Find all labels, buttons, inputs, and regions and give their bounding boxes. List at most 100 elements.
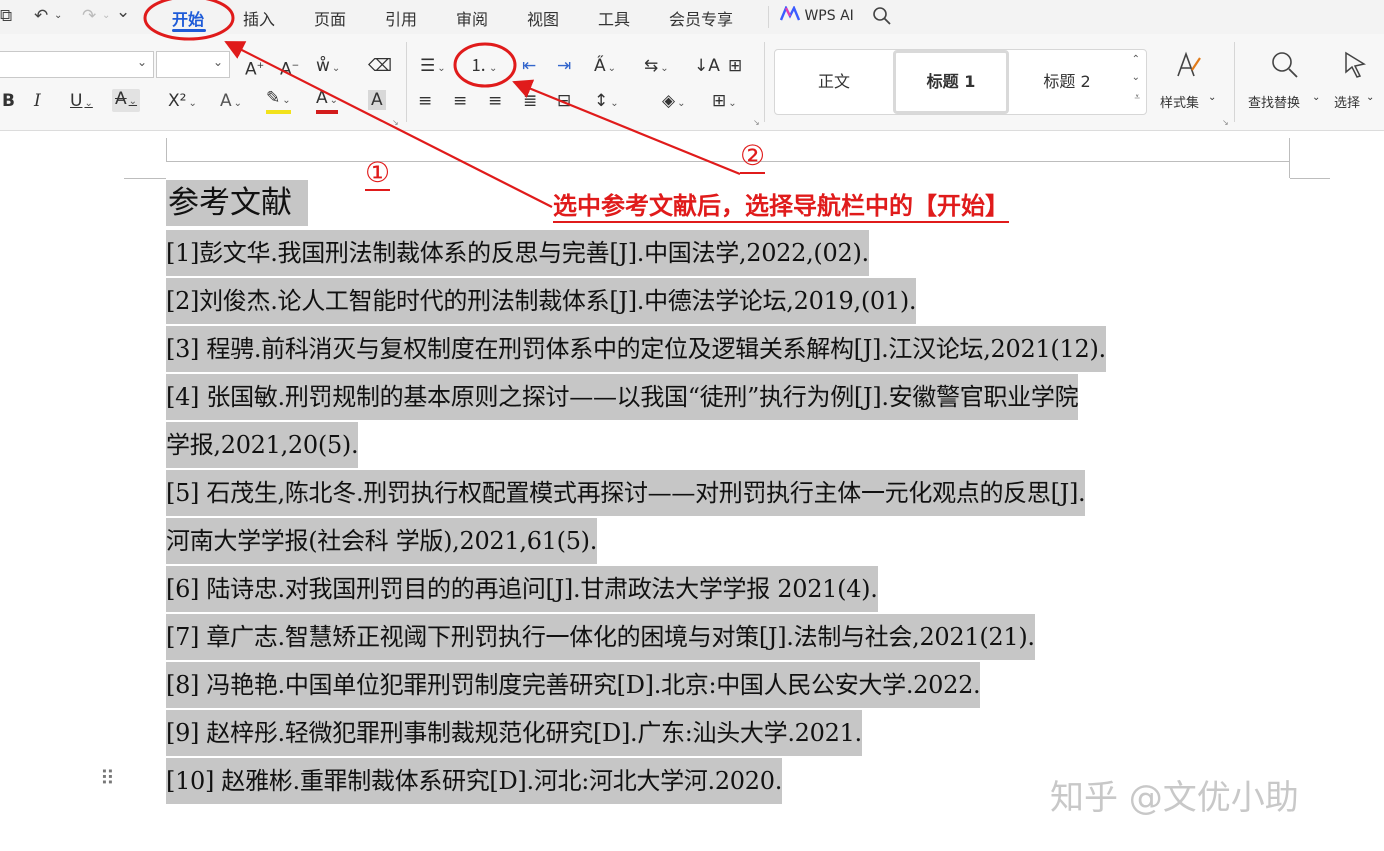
decrease-font-size-icon[interactable]: A−: [280, 56, 299, 80]
wps-ai-label: WPS AI: [804, 8, 854, 24]
italic-icon[interactable]: I: [34, 91, 41, 111]
find-replace-label: 查找替换: [1248, 96, 1301, 111]
header-line: [166, 161, 1290, 162]
style-heading-1[interactable]: 标题 1: [893, 50, 1009, 114]
tab-insert[interactable]: 插入: [243, 6, 275, 30]
chinese-layout-icon[interactable]: A̋ ⌄: [594, 56, 616, 79]
chevron-down-icon: ⌄: [1366, 92, 1375, 103]
numbered-list-icon[interactable]: ⒈ ⌄: [470, 56, 497, 79]
find-replace-button[interactable]: 查找替换 ⌄: [1246, 48, 1322, 114]
phonetic-guide-icon[interactable]: ẘ ⌄: [316, 56, 340, 79]
highlight-icon[interactable]: ✎ ⌄: [266, 89, 291, 114]
undo-icon[interactable]: ↶: [34, 6, 48, 26]
strikethrough-icon[interactable]: A ⌄: [112, 89, 141, 112]
reference-line[interactable]: 河南大学学报(社会科 学版),2021,61(5).: [166, 518, 597, 564]
reference-line[interactable]: [9] 赵梓彤.轻微犯罪刑事制裁规范化研究[D].广东:汕头大学.2021.: [166, 710, 862, 756]
styles-expand-icon[interactable]: ⩡: [1134, 92, 1140, 103]
text-direction-icon[interactable]: ⇆ ⌄: [644, 56, 669, 79]
style-set-label: 样式集: [1160, 96, 1200, 111]
align-center-icon[interactable]: ≡: [453, 91, 467, 111]
justify-icon[interactable]: ≣: [523, 91, 537, 111]
underline-icon[interactable]: U ⌄: [70, 91, 93, 114]
chevron-down-icon: ⌄: [212, 55, 223, 69]
reference-line[interactable]: [6] 陆诗忠.对我国刑罚目的的再追问[J].甘肃政法大学学报 2021(4).: [166, 566, 878, 612]
line-spacing-icon[interactable]: ↕ ⌄: [594, 91, 619, 114]
styles-scroll-up-icon[interactable]: ⌃: [1132, 54, 1140, 65]
tab-member[interactable]: 会员专享: [669, 6, 733, 30]
chevron-down-icon: ⌄: [1208, 92, 1217, 103]
ribbon-toolbar: ⌄ ⌄ A+ A− ẘ ⌄ ⌫ B I U ⌄ A ⌄ X² ⌄ A ⌄ ✎ ⌄ A ⌄ A …: [0, 34, 1384, 131]
ribbon-divider: [406, 42, 407, 122]
search-icon[interactable]: [872, 6, 892, 26]
font-name-select[interactable]: ⌄: [0, 51, 154, 78]
redo-dropdown-icon[interactable]: ⌄: [102, 10, 110, 21]
borders-icon[interactable]: ⊞ ⌄: [712, 91, 737, 114]
step-number-1: ①: [365, 156, 391, 191]
reference-line[interactable]: [8] 冯艳艳.中国单位犯罪刑罚制度完善研究[D].北京:中国人民公安大学.20…: [166, 662, 981, 708]
bullet-list-icon[interactable]: ☰ ⌄: [420, 56, 446, 79]
tab-page[interactable]: 页面: [314, 6, 346, 30]
reference-line[interactable]: [10] 赵雅彬.重罪制裁体系研究[D].河北:河北大学河.2020.: [166, 758, 782, 804]
chevron-down-icon: ⌄: [1312, 92, 1321, 103]
increase-font-size-icon[interactable]: A+: [245, 56, 264, 80]
redo-icon[interactable]: ↷: [82, 6, 96, 26]
sort-icon[interactable]: ↓A: [694, 56, 720, 76]
font-color-icon[interactable]: A ⌄: [316, 89, 339, 114]
tab-review[interactable]: 审阅: [456, 6, 488, 30]
styles-dialog-launcher-icon[interactable]: ↘: [1222, 118, 1229, 127]
font-dialog-launcher-icon[interactable]: ↘: [392, 118, 399, 127]
step-number-2: ②: [740, 139, 766, 174]
ribbon-divider: [1234, 42, 1235, 122]
page-corner-mark: [1290, 178, 1330, 179]
clear-format-icon[interactable]: ⌫: [368, 56, 392, 76]
decrease-indent-icon[interactable]: ⇤: [522, 56, 536, 76]
style-set-icon: [1177, 51, 1201, 77]
page-corner-mark: [166, 138, 167, 162]
font-size-select[interactable]: ⌄: [156, 51, 230, 78]
style-normal[interactable]: 正文: [775, 50, 893, 114]
select-button[interactable]: 选择 ⌄: [1332, 48, 1382, 114]
superscript-icon[interactable]: X² ⌄: [168, 91, 197, 114]
page-corner-mark: [1289, 138, 1290, 178]
styles-gallery: 正文 标题 1 标题 2 ⌃ ⌄ ⩡: [774, 49, 1147, 115]
watermark: 知乎 @文优小助: [1050, 778, 1299, 818]
reference-line[interactable]: [4] 张国敏.刑罚规制的基本原则之探讨——以我国“徒刑”执行为例[J].安徽警…: [166, 374, 1079, 420]
tab-view[interactable]: 视图: [527, 6, 559, 30]
tab-tools[interactable]: 工具: [598, 6, 630, 30]
find-icon: [1272, 52, 1298, 78]
wps-ai-button[interactable]: WPS AI: [779, 5, 854, 24]
show-marks-icon[interactable]: ⊞: [728, 56, 742, 76]
text-effect-icon[interactable]: A ⌄: [220, 91, 242, 114]
reference-line[interactable]: [1]彭文华.我国刑法制裁体系的反思与完善[J].中国法学,2022,(02).: [166, 230, 869, 276]
tab-references[interactable]: 引用: [385, 6, 417, 30]
undo-dropdown-icon[interactable]: ⌄: [54, 10, 62, 21]
align-right-icon[interactable]: ≡: [488, 91, 502, 111]
character-shading-icon[interactable]: A: [368, 90, 386, 110]
style-heading-2[interactable]: 标题 2: [1009, 50, 1125, 114]
menu-divider: [768, 6, 769, 28]
increase-indent-icon[interactable]: ⇥: [557, 56, 571, 76]
reference-line[interactable]: 学报,2021,20(5).: [166, 422, 359, 468]
tab-home[interactable]: 开始: [172, 6, 204, 30]
more-icon[interactable]: ⌄: [116, 2, 130, 22]
bold-icon[interactable]: B: [2, 91, 15, 111]
chevron-down-icon: ⌄: [136, 55, 147, 69]
references-heading[interactable]: 参考文献: [166, 180, 308, 226]
select-label: 选择: [1334, 96, 1361, 111]
reference-line[interactable]: [5] 石茂生,陈北冬.刑罚执行权配置模式再探讨——对刑罚执行主体一元化观点的反…: [166, 470, 1086, 516]
reference-line[interactable]: [3] 程骋.前科消灭与复权制度在刑罚体系中的定位及逻辑关系解构[J].江汉论坛…: [166, 326, 1106, 372]
align-left-icon[interactable]: ≡: [418, 91, 432, 111]
reference-line[interactable]: [2]刘俊杰.论人工智能时代的刑法制裁体系[J].中德法学论坛,2019,(01…: [166, 278, 917, 324]
reference-line[interactable]: [7] 章广志.智慧矫正视阈下刑罚执行一体化的困境与对策[J].法制与社会,20…: [166, 614, 1035, 660]
print-preview-icon[interactable]: ⧉: [0, 6, 12, 26]
drag-handle-icon[interactable]: ⠿: [100, 766, 115, 790]
paragraph-dialog-launcher-icon[interactable]: ↘: [753, 118, 760, 127]
style-set-button[interactable]: 样式集 ⌄: [1158, 48, 1218, 114]
ribbon-divider: [764, 42, 765, 122]
styles-scroll-down-icon[interactable]: ⌄: [1132, 72, 1140, 83]
active-tab-indicator: [172, 29, 206, 32]
distribute-icon[interactable]: ⊟: [557, 91, 571, 111]
paragraph-shading-icon[interactable]: ◈ ⌄: [662, 91, 685, 114]
cursor-icon: [1345, 51, 1366, 78]
menu-bar: ⧉ ↶ ⌄ ↷ ⌄ ⌄ 开始 插入 页面 引用 审阅 视图 工具 会员专享 WP…: [0, 0, 1384, 34]
